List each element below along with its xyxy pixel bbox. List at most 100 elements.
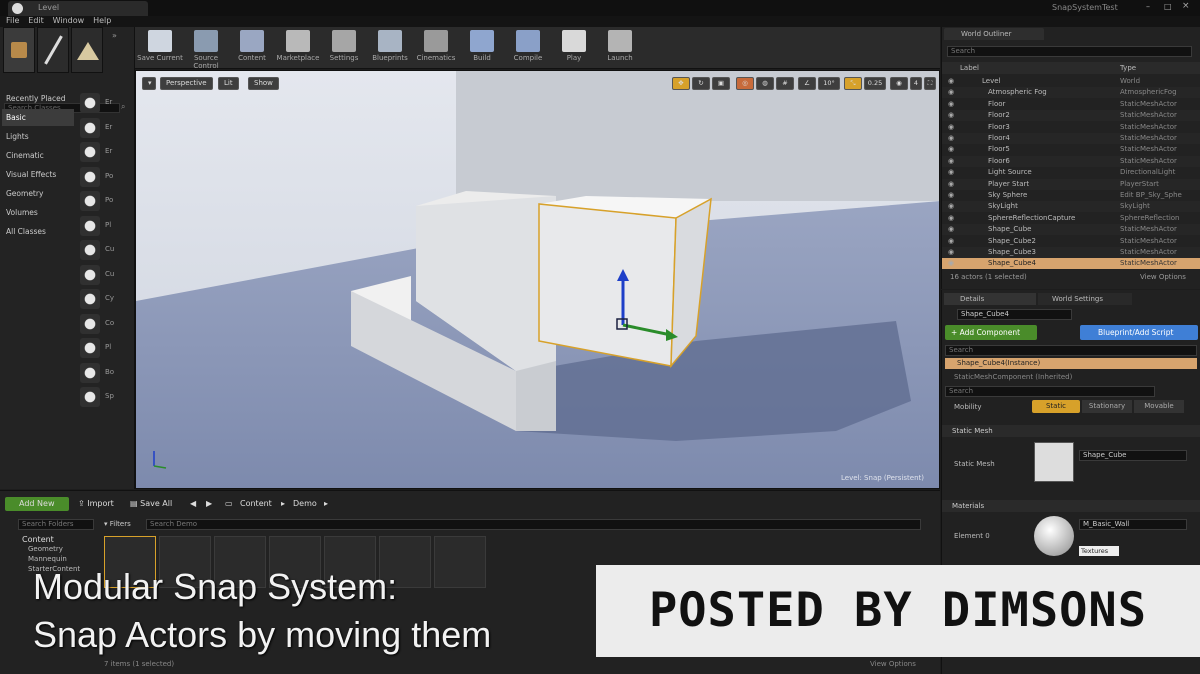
add-component-button[interactable]: + Add Component bbox=[945, 325, 1037, 340]
tree-item-mannequin[interactable]: Mannequin bbox=[4, 555, 96, 565]
toolbar-save-current-button[interactable]: Save Current bbox=[137, 30, 183, 66]
camera-speed-value[interactable]: 4 bbox=[910, 77, 922, 90]
scale-snap-value[interactable]: 0.25 bbox=[864, 77, 886, 90]
place-actor-item[interactable]: Po bbox=[78, 191, 128, 211]
visibility-eye-icon[interactable]: ◉ bbox=[948, 156, 954, 167]
breadcrumb-demo[interactable]: Demo bbox=[293, 497, 317, 511]
toolbar-settings-button[interactable]: Settings bbox=[321, 30, 367, 66]
category-lights[interactable]: Lights bbox=[2, 128, 74, 145]
toolbar-build-button[interactable]: Build bbox=[459, 30, 505, 66]
world-local-icon[interactable]: ◎ bbox=[736, 77, 754, 90]
close-icon[interactable]: × bbox=[1182, 1, 1194, 11]
category-geometry[interactable]: Geometry bbox=[2, 185, 74, 202]
import-button[interactable]: ⇪ Import bbox=[78, 497, 114, 511]
lit-button[interactable]: Lit bbox=[218, 77, 239, 90]
content-view-options[interactable]: View Options bbox=[870, 660, 916, 668]
visibility-eye-icon[interactable]: ◉ bbox=[948, 167, 954, 178]
visibility-eye-icon[interactable]: ◉ bbox=[948, 258, 954, 269]
outliner-row[interactable]: ◉ Shape_Cube StaticMeshActor bbox=[942, 224, 1200, 236]
toolbar-compile-button[interactable]: Compile bbox=[505, 30, 551, 66]
toolbar-launch-button[interactable]: Launch bbox=[597, 30, 643, 66]
column-label[interactable]: Label bbox=[960, 64, 979, 72]
visibility-eye-icon[interactable]: ◉ bbox=[948, 99, 954, 110]
place-actor-item[interactable]: Pl bbox=[78, 215, 128, 236]
save-all-button[interactable]: ▤ Save All bbox=[130, 497, 172, 511]
materials-section-header[interactable]: Materials bbox=[942, 500, 1200, 512]
instance-row[interactable]: Shape_Cube4(Instance) bbox=[945, 358, 1197, 369]
grid-snap-icon[interactable]: # bbox=[776, 77, 794, 90]
filters-button[interactable]: ▾ Filters bbox=[104, 518, 142, 530]
details-search-input[interactable]: Search bbox=[945, 345, 1197, 356]
scale-mode-icon[interactable]: ▣ bbox=[712, 77, 730, 90]
details-filter-input[interactable]: Search bbox=[945, 386, 1155, 397]
world-settings-tab[interactable]: World Settings bbox=[1038, 293, 1132, 305]
add-new-button[interactable]: Add New bbox=[5, 497, 69, 511]
place-actor-item[interactable]: Cy bbox=[78, 289, 128, 309]
visibility-eye-icon[interactable]: ◉ bbox=[948, 224, 954, 235]
outliner-row[interactable]: ◉ Shape_Cube4 StaticMeshActor bbox=[942, 258, 1200, 270]
category-basic[interactable]: Basic bbox=[2, 109, 74, 126]
static-mesh-thumbnail[interactable] bbox=[1034, 442, 1074, 482]
category-volumes[interactable]: Volumes bbox=[2, 204, 74, 221]
scale-snap-icon[interactable]: ⤡ bbox=[844, 77, 862, 90]
component-label[interactable]: StaticMeshComponent (Inherited) bbox=[954, 373, 1072, 381]
snap-angle[interactable]: 10° bbox=[818, 77, 840, 90]
visibility-eye-icon[interactable]: ◉ bbox=[948, 76, 954, 87]
blueprint-add-script-button[interactable]: Blueprint/Add Script bbox=[1080, 325, 1198, 340]
viewport-menu-button[interactable]: ▾ bbox=[142, 77, 156, 90]
menu-window[interactable]: Window bbox=[53, 16, 85, 25]
toolbar-content-button[interactable]: Content bbox=[229, 30, 275, 66]
rotate-mode-icon[interactable]: ↻ bbox=[692, 77, 710, 90]
mobility-static-button[interactable]: Static bbox=[1032, 400, 1080, 413]
outliner-row[interactable]: ◉ Floor StaticMeshActor bbox=[942, 99, 1200, 110]
textures-dropdown[interactable]: Textures bbox=[1079, 546, 1119, 556]
perspective-button[interactable]: Perspective bbox=[160, 77, 213, 90]
translate-mode-icon[interactable]: ✥ bbox=[672, 77, 690, 90]
mobility-movable-button[interactable]: Movable bbox=[1134, 400, 1184, 413]
visibility-eye-icon[interactable]: ◉ bbox=[948, 247, 954, 258]
actor-name-field[interactable]: Shape_Cube4 bbox=[957, 309, 1072, 320]
category-visual-effects[interactable]: Visual Effects bbox=[2, 166, 74, 183]
visibility-eye-icon[interactable]: ◉ bbox=[948, 213, 954, 224]
tree-item-geometry[interactable]: Geometry bbox=[4, 545, 96, 555]
category-recently-placed[interactable]: Recently Placed bbox=[2, 90, 74, 107]
toolbar-blueprints-button[interactable]: Blueprints bbox=[367, 30, 413, 66]
toolbar-marketplace-button[interactable]: Marketplace bbox=[275, 30, 321, 66]
details-tab[interactable]: Details bbox=[944, 293, 1036, 305]
place-actor-item[interactable]: Cu bbox=[78, 264, 128, 285]
visibility-eye-icon[interactable]: ◉ bbox=[948, 190, 954, 201]
place-actor-item[interactable]: Er bbox=[78, 142, 128, 162]
outliner-row[interactable]: ◉ SphereReflectionCapture SphereReflection bbox=[942, 213, 1200, 224]
static-mesh-section-header[interactable]: Static Mesh bbox=[942, 425, 1200, 437]
level-viewport[interactable]: ▾ Perspective Lit Show ✥ ↻ ▣ ◎ ◍ # ∠ 10°… bbox=[135, 70, 940, 489]
outliner-row[interactable]: ◉ Shape_Cube2 StaticMeshActor bbox=[942, 236, 1200, 247]
outliner-row[interactable]: ◉ Level World bbox=[942, 76, 1200, 87]
outliner-row[interactable]: ◉ Floor6 StaticMeshActor bbox=[942, 155, 1200, 167]
world-outliner-tab[interactable]: World Outliner bbox=[944, 28, 1044, 40]
outliner-view-options[interactable]: View Options bbox=[1140, 273, 1186, 281]
tree-item-content[interactable]: Content bbox=[4, 535, 96, 545]
visibility-eye-icon[interactable]: ◉ bbox=[948, 236, 954, 247]
surface-snap-icon[interactable]: ◍ bbox=[756, 77, 774, 90]
outliner-row[interactable]: ◉ Floor5 StaticMeshActor bbox=[942, 144, 1200, 155]
toolbar-source-control-button[interactable]: Source Control bbox=[183, 30, 229, 70]
level-tab[interactable]: Level bbox=[8, 1, 148, 16]
visibility-eye-icon[interactable]: ◉ bbox=[948, 133, 954, 144]
outliner-row[interactable]: ◉ Light Source DirectionalLight bbox=[942, 167, 1200, 178]
place-mode-tab[interactable] bbox=[3, 27, 35, 73]
outliner-row[interactable]: ◉ Shape_Cube3 StaticMeshActor bbox=[942, 247, 1200, 258]
mobility-stationary-button[interactable]: Stationary bbox=[1082, 400, 1132, 413]
place-actor-item[interactable]: Er bbox=[78, 117, 128, 138]
outliner-row[interactable]: ◉ Atmospheric Fog AtmosphericFog bbox=[942, 87, 1200, 99]
category-cinematic[interactable]: Cinematic bbox=[2, 147, 74, 164]
breadcrumb-content[interactable]: Content bbox=[240, 497, 272, 511]
outliner-row[interactable]: ◉ Floor2 StaticMeshActor bbox=[942, 110, 1200, 122]
visibility-eye-icon[interactable]: ◉ bbox=[948, 179, 954, 190]
camera-speed-icon[interactable]: ◉ bbox=[890, 77, 908, 90]
material-dropdown[interactable]: M_Basic_Wall bbox=[1079, 519, 1187, 530]
category-all-classes[interactable]: All Classes bbox=[2, 223, 74, 240]
place-actor-item[interactable]: Bo bbox=[78, 362, 128, 383]
place-actor-item[interactable]: Cu bbox=[78, 240, 128, 260]
place-actor-item[interactable]: Pl bbox=[78, 338, 128, 358]
outliner-row[interactable]: ◉ Sky Sphere Edit BP_Sky_Sphe bbox=[942, 190, 1200, 201]
